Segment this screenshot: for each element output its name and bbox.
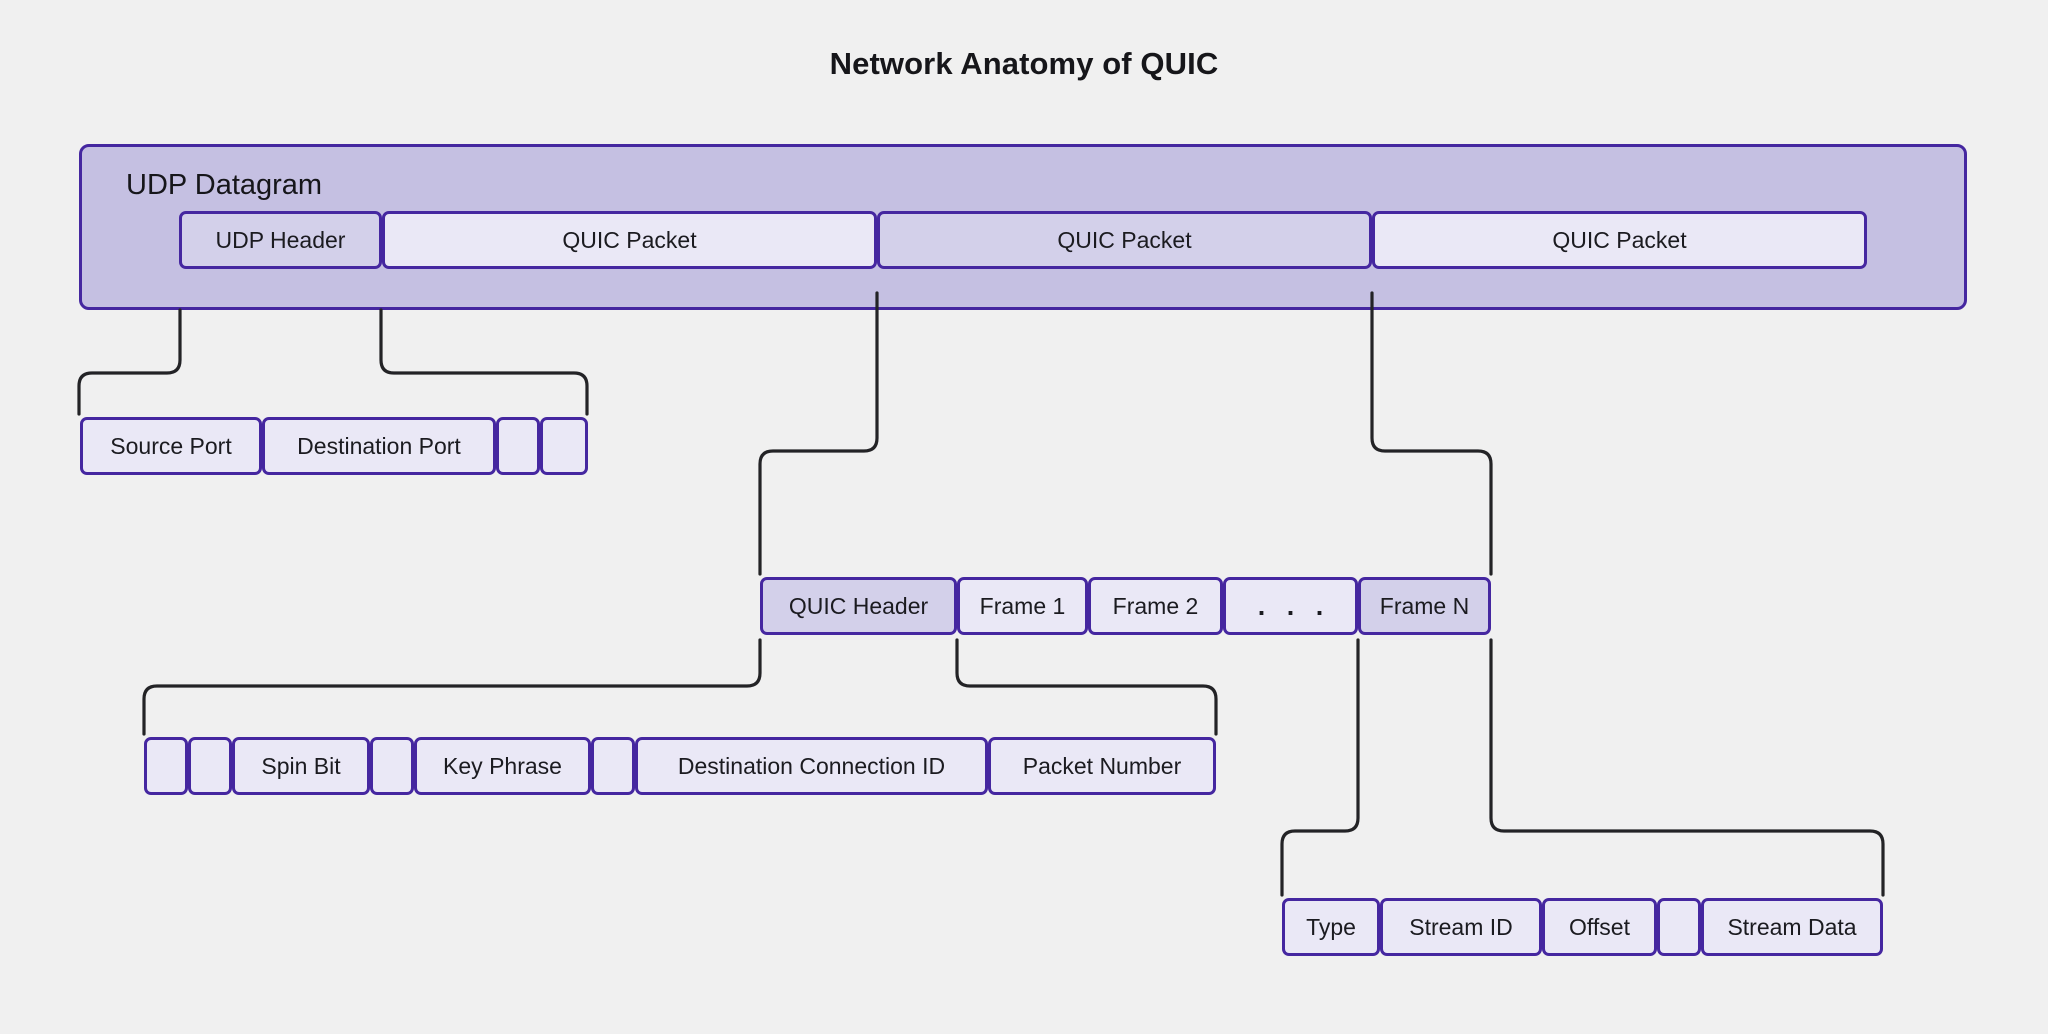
quic-header-to-fields [142,638,762,736]
quic-header-field-unlabeled-3[interactable] [370,737,414,795]
frame-n-to-frame-detail-right [1489,638,1885,897]
quic-header-field-unlabeled-0[interactable] [144,737,188,795]
quic-header-field-key-phrase[interactable]: Key Phrase [414,737,591,795]
quic-packet-to-fields-left [758,291,879,576]
frames-to-frame-fields [955,638,1218,736]
datagram-segment-quic-packet[interactable]: QUIC Packet [877,211,1372,269]
frame-field-unlabeled-3[interactable] [1657,898,1701,956]
udp-datagram-label: UDP Datagram [126,169,323,201]
quic-packet-field-quic-header[interactable]: QUIC Header [760,577,957,635]
quic-packet-field-frame-2[interactable]: Frame 2 [1088,577,1223,635]
udp-header-field-unlabeled-3[interactable] [540,417,588,475]
quic-packet-to-fields-right [1370,291,1493,576]
udp-header-field-source-port[interactable]: Source Port [80,417,262,475]
diagram-canvas: Network Anatomy of QUIC UDP Datagram UDP… [0,0,2048,1034]
quic-header-field-unlabeled-5[interactable] [591,737,635,795]
page-title: Network Anatomy of QUIC [829,46,1219,81]
frame-field-stream-data[interactable]: Stream Data [1701,898,1883,956]
quic-header-field-spin-bit[interactable]: Spin Bit [232,737,370,795]
datagram-segment-quic-packet[interactable]: QUIC Packet [382,211,877,269]
quic-packet-field-frame-n[interactable]: Frame N [1358,577,1491,635]
quic-packet-field-frame-1[interactable]: Frame 1 [957,577,1088,635]
quic-header-field-packet-number[interactable]: Packet Number [988,737,1216,795]
quic-header-field-destination-connection-id[interactable]: Destination Connection ID [635,737,988,795]
frame-field-type[interactable]: Type [1282,898,1380,956]
frame-field-offset[interactable]: Offset [1542,898,1657,956]
datagram-segment-quic-packet[interactable]: QUIC Packet [1372,211,1867,269]
udp-header-to-fields-right [379,308,589,416]
udp-header-field-unlabeled-2[interactable] [496,417,540,475]
quic-packet-field-unlabeled-3[interactable]: . . . [1223,577,1358,635]
udp-header-to-fields-left [77,308,182,416]
datagram-segment-udp-header[interactable]: UDP Header [179,211,382,269]
udp-header-field-destination-port[interactable]: Destination Port [262,417,496,475]
frame-n-to-frame-detail-left [1280,638,1360,897]
frame-field-stream-id[interactable]: Stream ID [1380,898,1542,956]
quic-header-field-unlabeled-1[interactable] [188,737,232,795]
